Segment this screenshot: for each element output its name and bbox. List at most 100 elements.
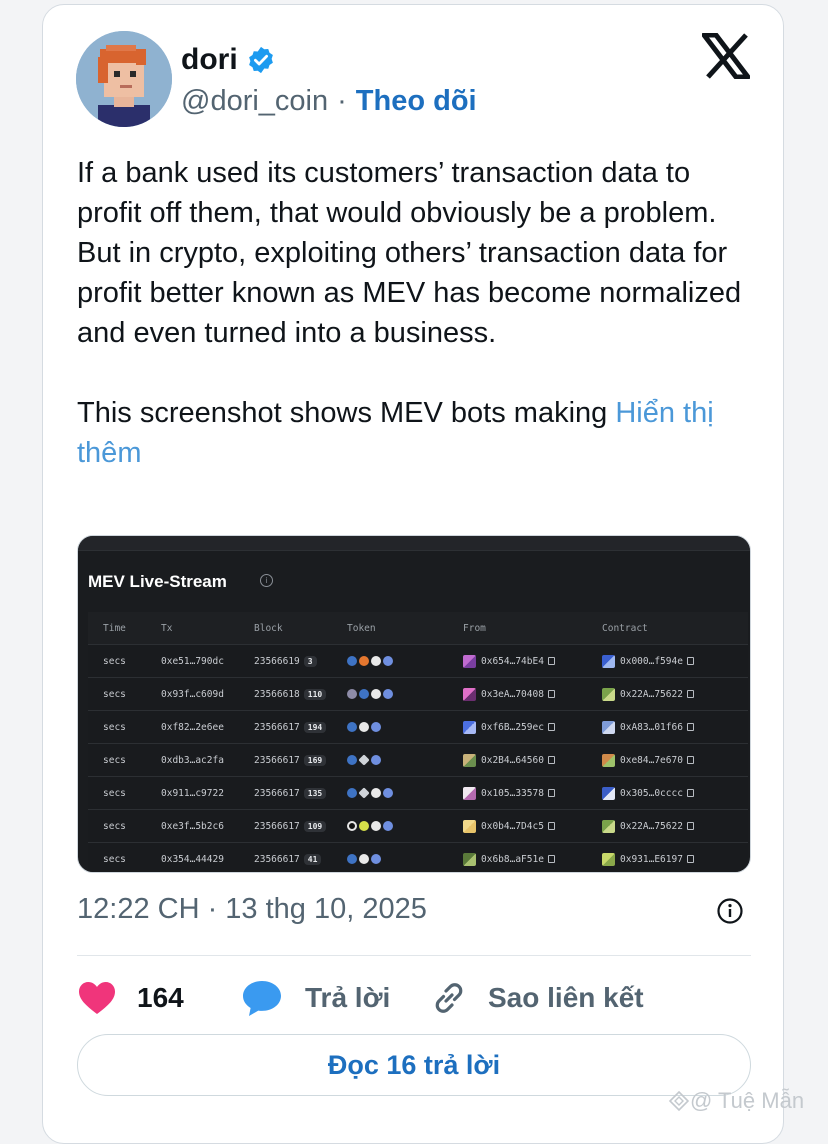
diamond-token-icon xyxy=(358,787,370,799)
time-cell: secs xyxy=(103,721,126,733)
from-address: 0xf6B…259ec xyxy=(481,721,544,733)
x-logo-icon[interactable] xyxy=(702,33,750,79)
verified-badge-icon xyxy=(248,46,273,74)
contract-address: 0x931…E6197 xyxy=(620,853,683,865)
tweet-paragraph: This screenshot shows MEV bots making Hi… xyxy=(77,393,757,473)
time-cell: secs xyxy=(103,688,126,700)
from-avatar-icon xyxy=(463,687,476,701)
block-cell: 23566617 xyxy=(254,820,300,832)
from-avatar-icon xyxy=(463,852,476,866)
tweet-text: If a bank used its customers’ transactio… xyxy=(77,153,757,473)
copy-link-button[interactable]: Sao liên kết xyxy=(430,973,644,1023)
eth-token-icon xyxy=(383,788,393,798)
copy-icon[interactable] xyxy=(547,690,555,698)
diamond-logo-icon xyxy=(668,1090,690,1112)
usdc-token-icon xyxy=(359,689,369,699)
contract-address: 0x305…0cccc xyxy=(620,787,683,799)
column-header: Tx xyxy=(161,622,173,634)
tx-count-badge: 135 xyxy=(303,787,327,799)
tx-count-badge: 194 xyxy=(303,721,327,733)
time-cell: secs xyxy=(103,655,126,667)
token-icons xyxy=(347,787,463,799)
copy-icon[interactable] xyxy=(547,756,555,764)
column-header: Time xyxy=(103,622,126,634)
tx-cell: 0xe51…790dc xyxy=(161,655,224,667)
time-cell: secs xyxy=(103,787,126,799)
copy-icon[interactable] xyxy=(686,855,694,863)
contract-address: 0x22A…75622 xyxy=(620,688,683,700)
from-avatar-icon xyxy=(463,753,476,767)
contract-address: 0xe84…7e670 xyxy=(620,754,683,766)
column-header: Block xyxy=(254,622,283,634)
copy-icon[interactable] xyxy=(547,855,555,863)
tx-cell: 0xdb3…ac2fa xyxy=(161,754,224,766)
mev-title: MEV Live-Stream xyxy=(88,572,227,591)
author-name[interactable]: dori xyxy=(181,43,238,77)
white-token-icon xyxy=(371,689,381,699)
block-cell: 23566618 xyxy=(254,688,300,700)
token-icons xyxy=(347,854,463,864)
table-header: Time Tx Block Token From Contract xyxy=(88,612,748,644)
from-avatar-icon xyxy=(463,819,476,833)
usdc-token-icon xyxy=(347,722,357,732)
media-screenshot[interactable]: MEV Live-Stream i Time Tx Block Token Fr… xyxy=(77,535,751,873)
eth-token-icon xyxy=(371,755,381,765)
usdc-token-icon xyxy=(347,854,357,864)
block-cell: 23566619 xyxy=(254,655,300,667)
tx-cell: 0xf82…2e6ee xyxy=(161,721,224,733)
like-count: 164 xyxy=(137,982,184,1013)
table-row: secs 0x93f…c609d 23566618 110 0x3eA…70408… xyxy=(88,677,748,710)
contract-avatar-icon xyxy=(602,753,615,767)
avatar[interactable] xyxy=(76,31,172,127)
read-replies-button[interactable]: Đọc 16 trả lời xyxy=(77,1034,751,1096)
link-icon xyxy=(435,983,463,1013)
from-address: 0x654…74bE4 xyxy=(481,655,544,667)
contract-avatar-icon xyxy=(602,852,615,866)
token-icons xyxy=(347,754,463,766)
tx-cell: 0x93f…c609d xyxy=(161,688,224,700)
reply-button[interactable]: Trả lời xyxy=(241,973,390,1023)
column-header: From xyxy=(463,622,486,634)
eth-token-icon xyxy=(383,821,393,831)
pixel-avatar-icon xyxy=(76,31,172,127)
reply-label: Trả lời xyxy=(305,982,391,1013)
like-button[interactable]: 164 xyxy=(77,973,184,1023)
copy-icon[interactable] xyxy=(547,723,555,731)
contract-avatar-icon xyxy=(602,720,615,734)
reply-bubble-icon xyxy=(243,981,281,1016)
contract-avatar-icon xyxy=(602,819,615,833)
tx-cell: 0x354…44429 xyxy=(161,853,224,865)
grey-token-icon xyxy=(347,689,357,699)
heart-icon xyxy=(79,982,115,1014)
table-row: secs 0xdb3…ac2fa 23566617 169 0x2B4…64560… xyxy=(88,743,748,776)
time-cell: secs xyxy=(103,853,126,865)
copy-icon[interactable] xyxy=(547,657,555,665)
white-token-icon xyxy=(371,656,381,666)
copy-link-label: Sao liên kết xyxy=(488,982,644,1013)
eth-token-icon xyxy=(383,656,393,666)
copy-icon[interactable] xyxy=(686,723,694,731)
author-handle[interactable]: @dori_coin xyxy=(181,85,328,118)
copy-icon[interactable] xyxy=(547,822,555,830)
copy-icon[interactable] xyxy=(547,789,555,797)
info-circle-icon[interactable] xyxy=(716,897,744,925)
from-address: 0x6b8…aF51e xyxy=(481,853,544,865)
tweet-timestamp[interactable]: 12:22 CH · 13 thg 10, 2025 xyxy=(77,893,427,926)
tx-cell: 0xe3f…5b2c6 xyxy=(161,820,224,832)
white-token-icon xyxy=(371,788,381,798)
table-row: secs 0x911…c9722 23566617 135 0x105…33578… xyxy=(88,776,748,809)
copy-icon[interactable] xyxy=(686,756,694,764)
token-icons xyxy=(347,689,463,699)
copy-icon[interactable] xyxy=(686,789,694,797)
copy-icon[interactable] xyxy=(686,690,694,698)
media-top-strip xyxy=(78,536,750,551)
copy-icon[interactable] xyxy=(686,657,694,665)
tx-count-badge: 41 xyxy=(303,853,322,865)
block-cell: 23566617 xyxy=(254,754,300,766)
table-row: secs 0xf82…2e6ee 23566617 194 0xf6B…259ec… xyxy=(88,710,748,743)
follow-button[interactable]: Theo dõi xyxy=(356,85,477,118)
eth-token-icon xyxy=(371,722,381,732)
orange-token-icon xyxy=(359,656,369,666)
divider xyxy=(77,955,751,956)
copy-icon[interactable] xyxy=(686,822,694,830)
